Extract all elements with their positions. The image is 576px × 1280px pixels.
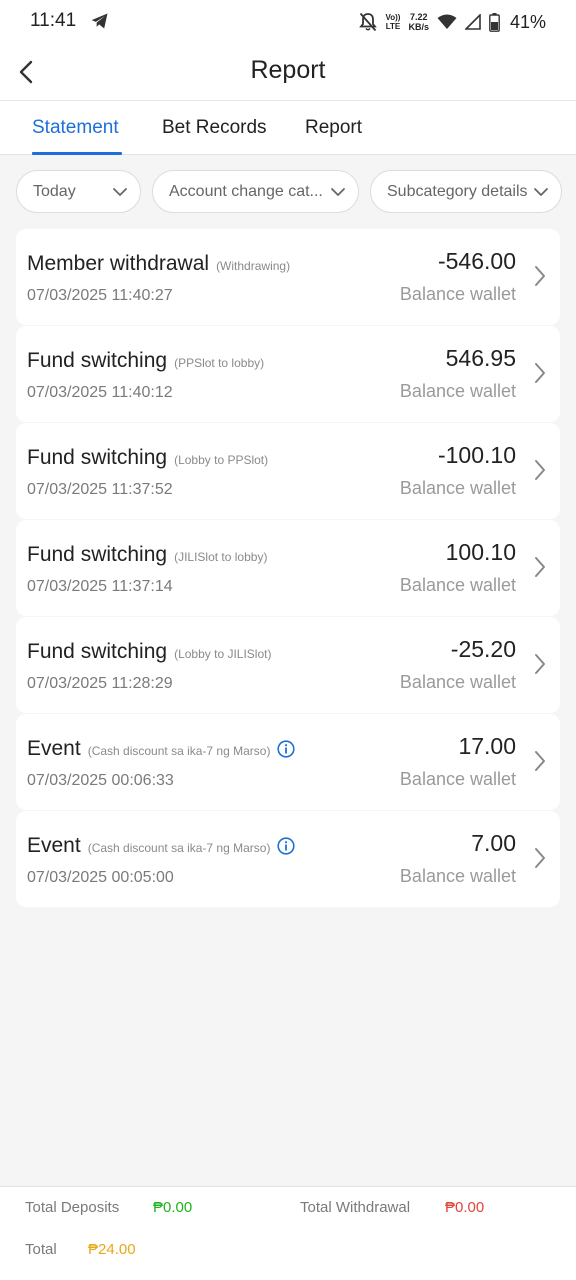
total-withdrawal-value: ₱0.00 (445, 1199, 485, 1216)
record-card[interactable]: Fund switching (JILISlot to lobby) 07/03… (16, 520, 560, 616)
record-wallet: Balance wallet (399, 284, 516, 304)
record-amount: -546.00 (437, 248, 516, 274)
totals-footer: Total Deposits ₱0.00 Total Withdrawal ₱0… (0, 1186, 576, 1280)
status-time: 11:41 (30, 10, 77, 31)
record-wallet: Balance wallet (399, 769, 516, 789)
net-speed-value: 7.22 (409, 12, 428, 22)
chevron-right-icon (535, 363, 545, 383)
record-card[interactable]: Fund switching (Lobby to JILISlot) 07/03… (16, 617, 560, 713)
record-date: 07/03/2025 11:37:14 (27, 578, 173, 595)
chevron-right-icon (535, 751, 545, 771)
record-subtitle: (Withdrawing) (216, 259, 291, 273)
record-date: 07/03/2025 11:37:52 (27, 481, 173, 498)
record-title: Fund switching (27, 640, 168, 663)
date-filter-dropdown[interactable]: Today (16, 170, 141, 213)
telegram-icon (91, 13, 108, 29)
record-card[interactable]: Event (Cash discount sa ika-7 ng Marso) … (16, 714, 560, 810)
record-title: Fund switching (27, 543, 168, 566)
record-date: 07/03/2025 11:40:12 (27, 384, 173, 401)
chevron-down-icon (534, 188, 548, 196)
tab-statement[interactable]: Statement (32, 117, 119, 139)
status-icons: Vo)) LTE 7.22 KB/s 41% (359, 9, 546, 35)
record-title: Event (27, 737, 81, 760)
record-title: Fund switching (27, 446, 168, 469)
info-icon[interactable] (277, 740, 296, 758)
record-amount: 100.10 (445, 539, 516, 565)
volte-bottom-label: LTE (385, 22, 401, 31)
total-value: ₱24.00 (88, 1241, 136, 1258)
account-change-category-dropdown[interactable]: Account change cat... (152, 170, 359, 213)
record-subtitle: (Cash discount sa ika-7 ng Marso) (87, 841, 271, 855)
record-subtitle: (Lobby to PPSlot) (174, 453, 269, 467)
cell-signal-icon (464, 14, 481, 30)
record-amount: -100.10 (437, 442, 516, 468)
record-wallet: Balance wallet (399, 672, 516, 692)
chevron-right-icon (535, 460, 545, 480)
account-change-category-label: Account change cat... (169, 182, 323, 200)
record-card[interactable]: Event (Cash discount sa ika-7 ng Marso) … (16, 811, 560, 907)
chevron-right-icon (535, 848, 545, 868)
battery-percent: 41% (509, 11, 546, 32)
date-filter-label: Today (33, 182, 76, 200)
chevron-down-icon (113, 188, 127, 196)
volte-icon: Vo)) LTE (385, 13, 400, 31)
tab-bar: Statement Bet Records Report (0, 101, 576, 155)
record-subtitle: (JILISlot to lobby) (174, 550, 268, 564)
wifi-icon (437, 14, 457, 29)
total-withdrawal-label: Total Withdrawal (300, 1199, 411, 1216)
record-card[interactable]: Fund switching (Lobby to PPSlot) 07/03/2… (16, 423, 560, 519)
chevron-right-icon (535, 266, 545, 286)
chevron-right-icon (535, 557, 545, 577)
record-subtitle: (Cash discount sa ika-7 ng Marso) (87, 744, 271, 758)
tab-bet-records[interactable]: Bet Records (162, 117, 267, 139)
tab-report[interactable]: Report (305, 117, 362, 139)
info-icon[interactable] (277, 837, 296, 855)
net-speed: 7.22 KB/s (408, 12, 429, 32)
record-title: Event (27, 834, 81, 857)
record-title: Member withdrawal (27, 252, 210, 275)
record-amount: 7.00 (471, 830, 516, 856)
total-deposits-label: Total Deposits (25, 1199, 120, 1216)
subcategory-details-dropdown[interactable]: Subcategory details (370, 170, 562, 213)
record-subtitle: (PPSlot to lobby) (174, 356, 265, 370)
total-deposits-value: ₱0.00 (153, 1199, 193, 1216)
record-card[interactable]: Member withdrawal (Withdrawing) 07/03/20… (16, 229, 560, 325)
record-amount: 546.95 (445, 345, 516, 371)
record-date: 07/03/2025 11:28:29 (27, 675, 173, 692)
record-amount: -25.20 (450, 636, 516, 662)
active-tab-indicator (32, 152, 122, 155)
record-date: 07/03/2025 00:06:33 (27, 772, 174, 789)
record-subtitle: (Lobby to JILISlot) (174, 647, 272, 661)
record-date: 07/03/2025 11:40:27 (27, 287, 173, 304)
bell-muted-icon (359, 12, 378, 32)
record-wallet: Balance wallet (399, 866, 516, 886)
record-wallet: Balance wallet (399, 478, 516, 498)
record-date: 07/03/2025 00:05:00 (27, 869, 174, 886)
record-wallet: Balance wallet (399, 575, 516, 595)
status-bar: 11:41 Vo)) LTE 7.22 KB/s 41% (0, 0, 576, 44)
chevron-down-icon (331, 188, 345, 196)
battery-icon (489, 12, 500, 32)
record-card[interactable]: Fund switching (PPSlot to lobby) 07/03/2… (16, 326, 560, 422)
record-title: Fund switching (27, 349, 168, 372)
volte-top-label: Vo)) (385, 13, 401, 22)
record-amount: 17.00 (458, 733, 516, 759)
net-speed-unit: KB/s (408, 22, 429, 32)
record-wallet: Balance wallet (399, 381, 516, 401)
top-bar: Report (0, 44, 576, 101)
page-title: Report (250, 56, 326, 84)
chevron-right-icon (535, 654, 545, 674)
total-label: Total (25, 1241, 57, 1258)
subcategory-details-label: Subcategory details (387, 182, 528, 200)
